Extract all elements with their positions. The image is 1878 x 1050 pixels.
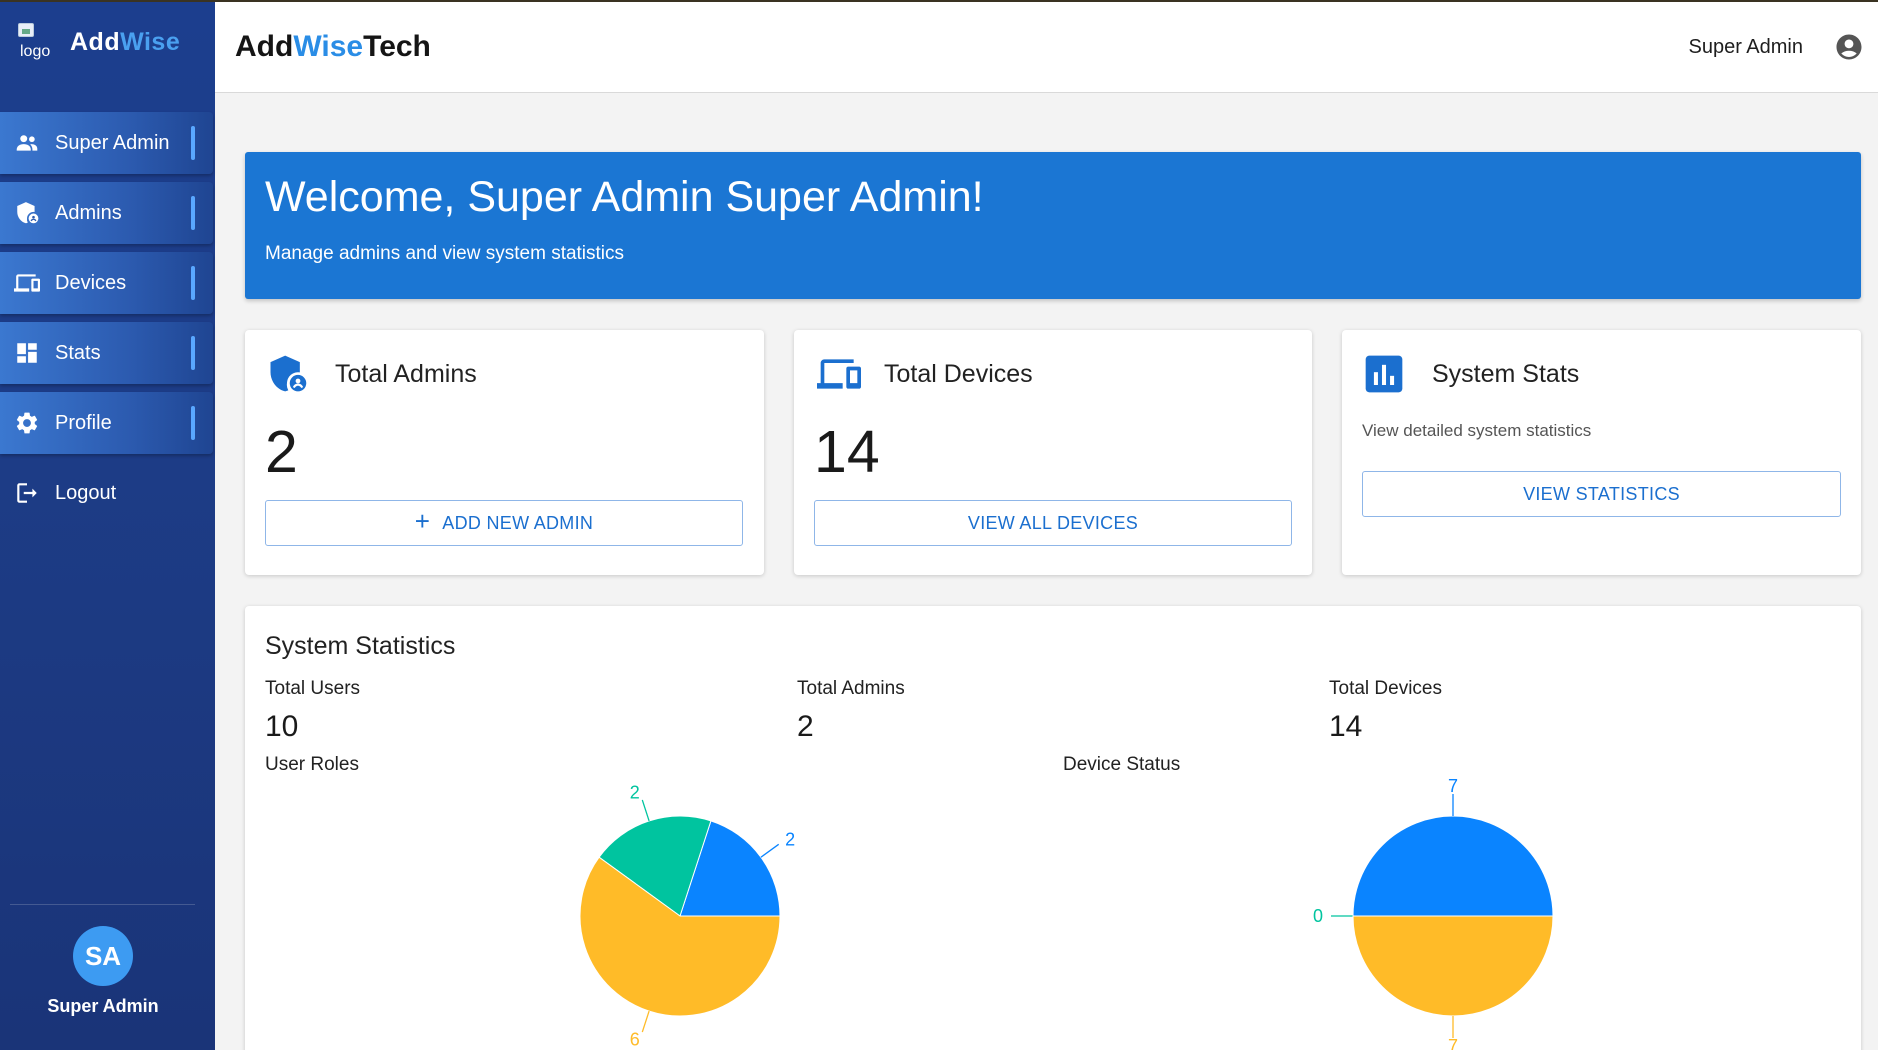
logo-alt-text: logo <box>20 43 51 60</box>
active-indicator <box>191 336 195 370</box>
sidebar-item-admins[interactable]: Admins <box>0 182 213 244</box>
people-icon <box>12 130 42 156</box>
card-title: Total Admins <box>335 360 477 388</box>
device-status-label-0: 7 <box>1448 776 1458 796</box>
device-status-pie-chart: 7 0 7 <box>1313 776 1554 1050</box>
view-all-devices-button[interactable]: VIEW ALL DEVICES <box>814 500 1292 546</box>
card-value: 2 <box>265 419 298 485</box>
sidebar-item-label: Super Admin <box>55 131 170 154</box>
active-indicator <box>191 266 195 300</box>
total-users-label: Total Users <box>265 678 361 699</box>
device-status-label: Device Status <box>1063 754 1181 775</box>
admin-shield-icon <box>265 352 309 396</box>
window-top-border <box>0 0 1878 2</box>
bar-chart-icon <box>1362 352 1406 396</box>
button-label: VIEW ALL DEVICES <box>967 512 1139 533</box>
sidebar-item-super-admin[interactable]: Super Admin <box>0 112 213 174</box>
brand-part-add: Add <box>70 27 121 56</box>
card-description: View detailed system statistics <box>1362 421 1592 440</box>
image-placeholder-icon <box>18 23 34 37</box>
device-status-label-2: 7 <box>1448 1036 1458 1050</box>
sidebar-brand: AddWise <box>70 28 180 57</box>
admin-shield-icon <box>12 200 42 226</box>
logout-icon <box>12 480 42 506</box>
sidebar-user-name: Super Admin <box>47 996 159 1016</box>
devices-icon <box>814 352 861 396</box>
user-roles-leader-line-0 <box>760 843 780 858</box>
user-roles-leader-line-1 <box>641 799 650 822</box>
section-title: System Statistics <box>265 632 456 660</box>
welcome-title: Welcome, Super Admin Super Admin! <box>265 173 984 221</box>
button-label: VIEW STATISTICS <box>1523 483 1680 504</box>
sidebar-divider <box>10 904 195 905</box>
account-circle-icon[interactable] <box>1834 32 1864 62</box>
total-devices-value: 14 <box>1329 710 1363 743</box>
sidebar-item-devices[interactable]: Devices <box>0 252 213 314</box>
broken-logo-image: logo <box>18 23 60 61</box>
sidebar-nav: Super Admin Admins Devices Stats Profile… <box>0 112 215 532</box>
sidebar-item-stats[interactable]: Stats <box>0 322 213 384</box>
card-title: Total Devices <box>884 360 1033 388</box>
active-indicator <box>191 126 195 160</box>
sidebar-logo[interactable]: logo AddWise <box>18 22 180 62</box>
user-roles-label: User Roles <box>265 754 359 775</box>
sidebar-item-label: Logout <box>55 481 117 504</box>
card-total-admins: Total Admins 2 + ADD NEW ADMIN <box>245 330 764 575</box>
sidebar-item-label: Devices <box>55 271 127 294</box>
device-status-slice-2[interactable] <box>1352 915 1554 1017</box>
sidebar-item-label: Stats <box>55 341 101 364</box>
user-roles-pie-chart: 2 2 6 <box>579 782 795 1050</box>
brand-part-add: Add <box>235 30 294 63</box>
device-status-slice-0[interactable] <box>1352 815 1554 917</box>
user-roles-label-2: 6 <box>630 1030 640 1050</box>
total-users-value: 10 <box>265 710 299 743</box>
sidebar-item-label: Admins <box>55 201 122 224</box>
sidebar-item-profile[interactable]: Profile <box>0 392 213 454</box>
system-statistics-panel: System Statistics Total Users 10 Total A… <box>245 606 1861 1050</box>
card-title: System Stats <box>1432 360 1580 388</box>
device-status-label-1: 0 <box>1313 906 1323 926</box>
sidebar: logo AddWise Super Admin Admins Devices <box>0 0 215 1050</box>
card-value: 14 <box>814 419 880 485</box>
card-system-stats: System Stats View detailed system statis… <box>1342 330 1861 575</box>
brand-part-wise: Wise <box>293 30 364 63</box>
avatar[interactable]: SA <box>73 926 133 986</box>
add-new-admin-button[interactable]: + ADD NEW ADMIN <box>265 500 743 546</box>
user-roles-leader-line-2 <box>641 1010 650 1033</box>
header-brand: AddWiseTech <box>235 30 431 64</box>
brand-part-tech: Tech <box>363 30 431 63</box>
gear-icon <box>12 410 42 436</box>
brand-part-wise: Wise <box>120 27 181 56</box>
top-header: AddWiseTech Super Admin <box>215 2 1878 93</box>
total-admins-label: Total Admins <box>797 678 905 699</box>
header-user-name: Super Admin <box>1688 36 1803 58</box>
card-total-devices: Total Devices 14 VIEW ALL DEVICES <box>794 330 1312 575</box>
button-label: ADD NEW ADMIN <box>442 512 594 533</box>
user-roles-label-1: 2 <box>630 782 640 802</box>
user-roles-label-0: 2 <box>785 830 795 850</box>
total-devices-label: Total Devices <box>1329 678 1442 699</box>
active-indicator <box>191 406 195 440</box>
sidebar-item-logout[interactable]: Logout <box>0 462 213 524</box>
active-indicator <box>191 196 195 230</box>
devices-icon <box>12 270 42 296</box>
sidebar-item-label: Profile <box>55 411 112 434</box>
plus-icon: + <box>414 506 431 536</box>
welcome-subtitle: Manage admins and view system statistics <box>265 243 625 264</box>
welcome-banner: Welcome, Super Admin Super Admin! Manage… <box>245 152 1861 299</box>
view-statistics-button[interactable]: VIEW STATISTICS <box>1362 471 1841 517</box>
dashboard-icon <box>12 340 42 366</box>
total-admins-value: 2 <box>797 710 814 743</box>
